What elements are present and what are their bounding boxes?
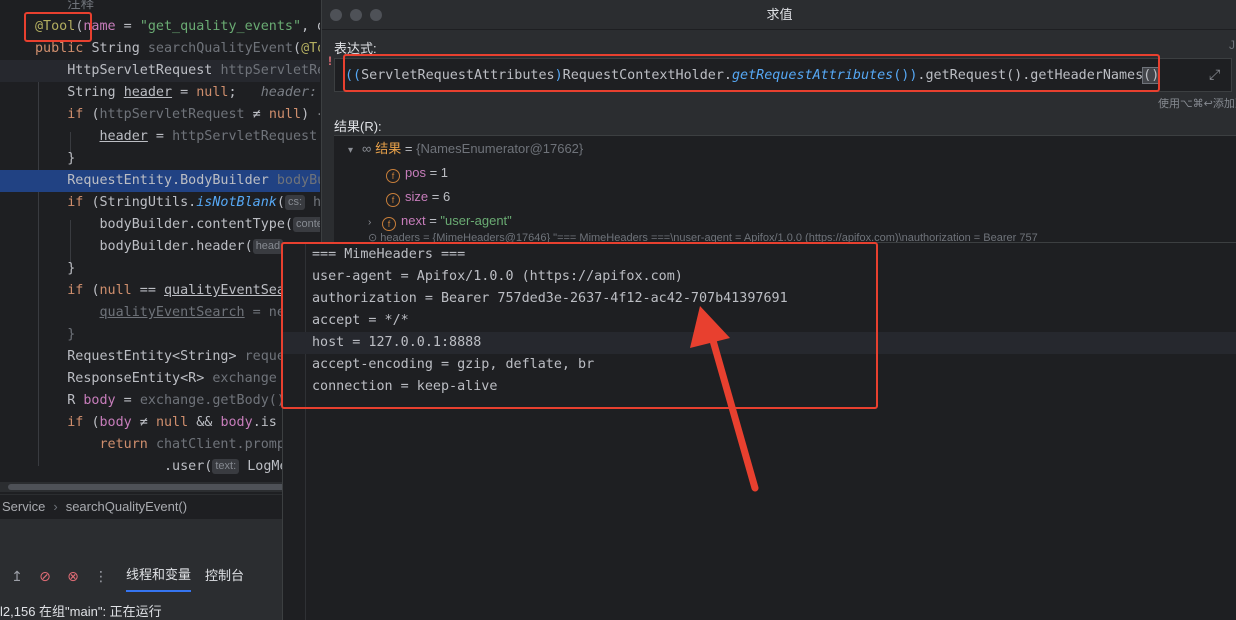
result-value: {NamesEnumerator@17662} — [416, 141, 584, 156]
field-value: 6 — [442, 189, 451, 204]
code-line[interactable]: bodyBuilder.header(head — [0, 236, 320, 258]
code-line[interactable]: } — [0, 258, 320, 280]
field-name: next — [401, 213, 426, 228]
code-line[interactable]: header = httpServletRequest.g — [0, 126, 321, 148]
debug-toolbar: ↥ ⊘ ⊗ ⋮ 线程和变量 控制台 — [0, 560, 320, 592]
value-popup[interactable]: === MimeHeaders === user-agent = Apifox/1… — [282, 242, 1236, 620]
tree-row-pos[interactable]: f pos = 1 — [386, 161, 448, 185]
error-marker-icon: ! — [328, 54, 332, 68]
code-line[interactable]: if (body ≠ null && body.is — [0, 412, 320, 434]
watch-glasses-icon: ∞ — [362, 141, 372, 156]
breadcrumb-class[interactable]: Service — [2, 499, 45, 514]
expand-icon[interactable]: ⤢ — [1209, 66, 1220, 83]
field-value: "user-agent" — [440, 213, 512, 228]
mute-breakpoints-icon[interactable]: ⊗ — [62, 565, 84, 587]
popup-gutter — [305, 243, 306, 620]
breadcrumb-method[interactable]: searchQualityEvent() — [66, 499, 187, 514]
popup-heading: === MimeHeaders === — [312, 247, 466, 262]
code-line[interactable]: String header = null; header: " — [0, 82, 320, 104]
code-line[interactable]: if (null == qualityEventSear — [0, 280, 320, 302]
header-entry: user-agent = Apifox/1.0.0 (https://apifo… — [312, 269, 683, 284]
header-entry: authorization = Bearer 757ded3e-2637-4f1… — [312, 291, 788, 306]
tab-threads-variables[interactable]: 线程和变量 — [126, 560, 192, 592]
dialog-titlebar[interactable]: 求值 — [322, 0, 1236, 30]
code-line[interactable]: bodyBuilder.contentType(conte — [0, 214, 320, 236]
code-line[interactable]: @Tool(name = "get_quality_events", de — [0, 16, 320, 38]
code-line[interactable]: } — [0, 324, 320, 346]
tab-console[interactable]: 控制台 — [205, 561, 244, 591]
code-editor[interactable]: 注释@Tool(name = "get_quality_events", dep… — [0, 0, 320, 492]
tree-row-size[interactable]: f size = 6 — [386, 185, 450, 209]
chevron-down-icon[interactable]: ▾ — [348, 139, 362, 163]
expression-label: 表达式: — [334, 41, 377, 56]
step-out-icon[interactable]: ↥ — [6, 565, 28, 587]
code-line[interactable]: public String searchQualityEvent(@Too — [0, 38, 320, 60]
field-name: size — [405, 189, 429, 204]
horizontal-scrollbar[interactable] — [0, 482, 320, 492]
code-line[interactable]: qualityEventSearch = new — [0, 302, 320, 324]
code-line[interactable]: } — [0, 148, 320, 170]
header-entry: host = 127.0.0.1:8888 — [312, 335, 482, 350]
dialog-title: 求值 — [766, 7, 793, 22]
breadcrumb: Service › searchQualityEvent() — [0, 494, 320, 518]
result-label: 结果(R): — [334, 119, 382, 134]
code-line[interactable]: 注释 — [0, 0, 320, 16]
field-name: pos — [405, 165, 426, 180]
header-entry: connection = keep-alive — [312, 379, 498, 394]
result-name: 结果 — [375, 141, 402, 156]
field-icon: f — [386, 193, 400, 207]
code-line[interactable]: RequestEntity<String> reques — [0, 346, 320, 368]
expression-language-label: J — [1229, 38, 1235, 52]
chevron-right-icon[interactable]: › — [368, 211, 382, 235]
scrollbar-thumb[interactable] — [8, 484, 298, 490]
code-line[interactable]: if (StringUtils.isNotBlank(cs: he — [0, 192, 320, 214]
code-line[interactable]: .user(text: LogMe — [0, 456, 320, 478]
code-line[interactable]: ResponseEntity<R> exchange = — [0, 368, 320, 390]
code-line[interactable]: if (httpServletRequest ≠ null) { — [0, 104, 320, 126]
field-icon: f — [386, 169, 400, 183]
thread-status: l2,156 在组"main": 正在运行 — [0, 604, 162, 619]
code-line[interactable]: HttpServletRequest httpServletReq — [0, 60, 320, 82]
field-value: 1 — [440, 165, 449, 180]
code-line[interactable]: R body = exchange.getBody() — [0, 390, 320, 412]
expression-input[interactable]: ((ServletRequestAttributes)RequestContex… — [334, 58, 1232, 92]
code-line[interactable]: RequestEntity.BodyBuilder bodyBui — [0, 170, 320, 192]
tree-row-next[interactable]: › f next = "user-agent" — [368, 209, 512, 233]
expression-text[interactable]: ((ServletRequestAttributes)RequestContex… — [345, 59, 1161, 93]
view-breakpoints-icon[interactable]: ⊘ — [34, 565, 56, 587]
header-entry: accept-encoding = gzip, deflate, br — [312, 357, 595, 372]
tree-row-result[interactable]: ▾ ∞ 结果 = {NamesEnumerator@17662} — [348, 137, 583, 161]
more-options-icon[interactable]: ⋮ — [90, 565, 112, 587]
breadcrumb-separator-icon: › — [53, 499, 58, 514]
code-line[interactable]: return chatClient.prompt — [0, 434, 320, 456]
header-entry: accept = */* — [312, 313, 409, 328]
field-icon: f — [382, 217, 396, 231]
debug-tool-window: ↥ ⊘ ⊗ ⋮ 线程和变量 控制台 l2,156 在组"main": 正在运行 — [0, 518, 320, 620]
watch-hint: 使用⌥⌘↩添加到 — [1158, 98, 1236, 110]
